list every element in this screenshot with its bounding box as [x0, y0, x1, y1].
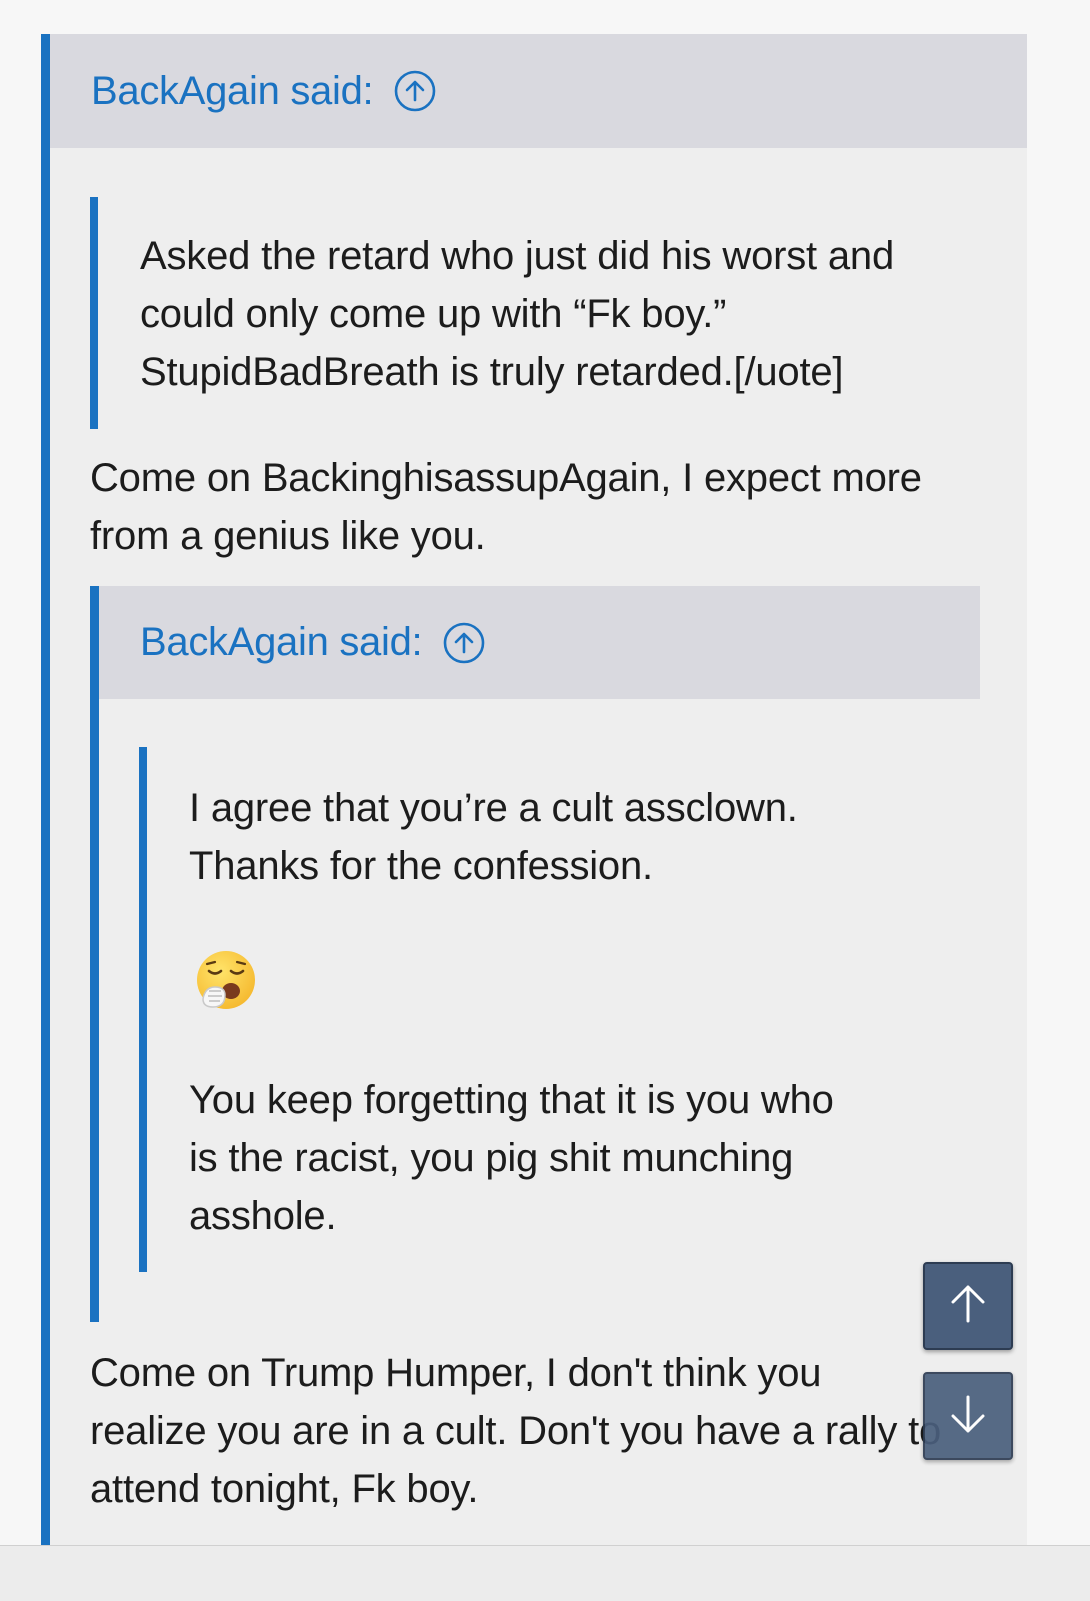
- arrow-down-icon: [946, 1392, 990, 1441]
- arrow-up-circle-icon[interactable]: [393, 69, 437, 113]
- arrow-up-circle-icon[interactable]: [442, 621, 486, 665]
- quote-text: Asked the retard who just did his worst …: [140, 234, 895, 394]
- yawning-face-emoji-icon: [195, 949, 257, 1011]
- bottom-toolbar: [0, 1545, 1090, 1601]
- arrow-up-icon: [946, 1282, 990, 1331]
- quote-text: I agree that you’re a cult assclown. Tha…: [189, 786, 798, 888]
- inner-quote-block: I agree that you’re a cult assclown. Tha…: [139, 747, 939, 1272]
- quote-header: BackAgain said:: [50, 34, 1027, 148]
- quote-author-link[interactable]: BackAgain said:: [91, 69, 374, 114]
- quote-header: BackAgain said:: [99, 586, 980, 699]
- quote-author-link[interactable]: BackAgain said:: [140, 620, 423, 665]
- quote-text: You keep forgetting that it is you who i…: [189, 1078, 834, 1238]
- inner-quote-block: Asked the retard who just did his worst …: [90, 197, 970, 429]
- reply-paragraph: Come on BackinghisassupAgain, I expect m…: [90, 456, 922, 558]
- scroll-to-top-button[interactable]: [923, 1262, 1013, 1350]
- scroll-to-bottom-button[interactable]: [923, 1372, 1013, 1460]
- reply-paragraph: Come on Trump Humper, I don't think you …: [90, 1351, 941, 1511]
